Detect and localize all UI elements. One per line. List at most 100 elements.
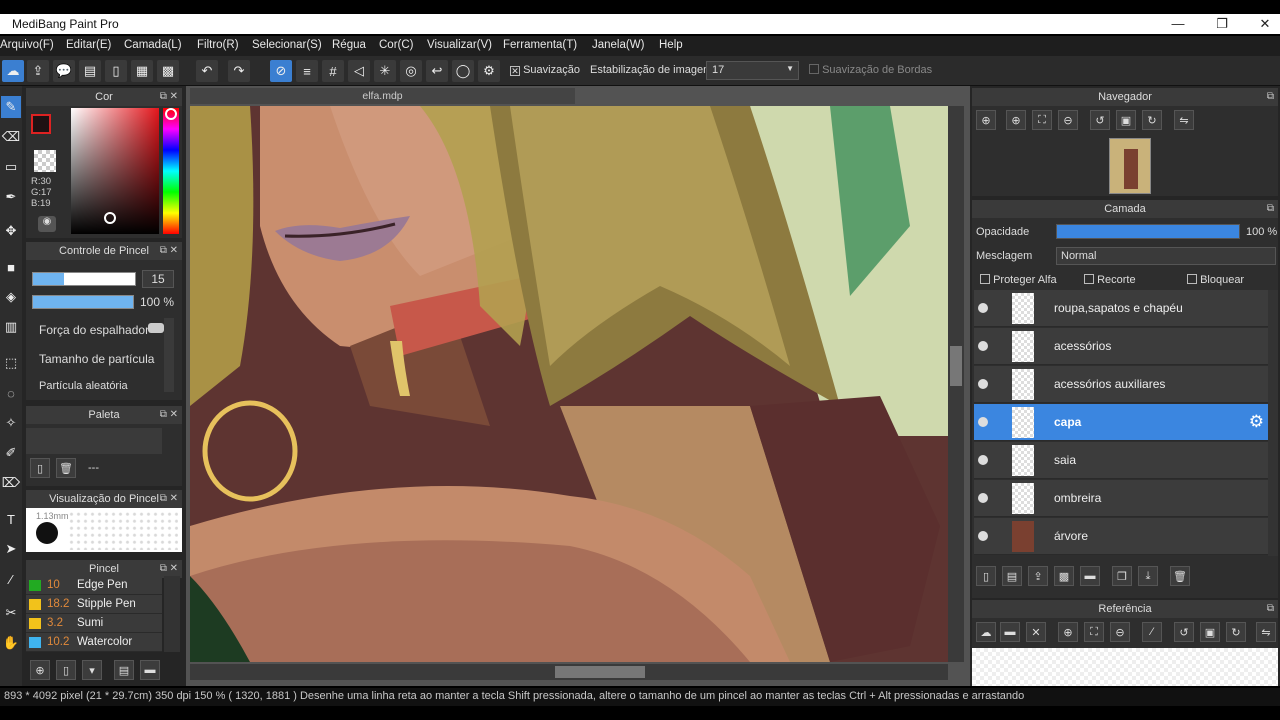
- reference-close-icon[interactable]: ✕: [1026, 622, 1046, 642]
- drawing-canvas[interactable]: [190, 106, 948, 662]
- comment-icon[interactable]: ▤: [79, 60, 101, 82]
- panel-close-icon[interactable]: ⧉: [1267, 600, 1274, 618]
- curve-snap-icon[interactable]: ↩: [426, 60, 448, 82]
- new-brush-icon[interactable]: ▯: [56, 660, 76, 680]
- menu-help[interactable]: Help: [659, 39, 683, 51]
- parallel-snap-icon[interactable]: ≡: [296, 60, 318, 82]
- reference-open-icon[interactable]: ▬: [1000, 622, 1020, 642]
- select-pen-icon[interactable]: ✐: [1, 442, 21, 464]
- smoothing-checkbox[interactable]: ✕: [510, 66, 520, 76]
- rotate-right-icon[interactable]: ↻: [1142, 110, 1162, 130]
- visibility-icon[interactable]: [978, 303, 988, 313]
- panel-close-icon[interactable]: ⧉ ✕: [160, 242, 178, 260]
- menu-ferramenta[interactable]: Ferramenta(T): [503, 39, 577, 51]
- vertical-scroll-thumb[interactable]: [950, 346, 962, 386]
- new-palette-icon[interactable]: ▯: [30, 458, 50, 478]
- speech-bubble-icon[interactable]: 💬: [53, 60, 75, 82]
- reference-eyedropper-icon[interactable]: ⁄: [1142, 622, 1162, 642]
- brush-list-scrollbar[interactable]: [164, 576, 180, 652]
- palette-list[interactable]: [26, 428, 162, 454]
- rotate-left-icon[interactable]: ↺: [1090, 110, 1110, 130]
- circle-snap-icon[interactable]: ◯: [452, 60, 474, 82]
- brush-item[interactable]: 10 Edge Pen: [26, 576, 162, 595]
- snap-off-icon[interactable]: ⊘: [270, 60, 292, 82]
- new-halftone-layer-icon[interactable]: ▤: [1002, 566, 1022, 586]
- redo-icon[interactable]: ↷: [228, 60, 250, 82]
- new-layer-icon[interactable]: ▯: [976, 566, 996, 586]
- color-wheel-icon[interactable]: ◉: [38, 216, 56, 232]
- canvas-horizontal-scrollbar[interactable]: [190, 664, 948, 680]
- layer-opacity-slider[interactable]: [1056, 224, 1240, 239]
- primary-color-swatch[interactable]: [31, 114, 51, 134]
- visibility-icon[interactable]: [978, 531, 988, 541]
- visibility-icon[interactable]: [978, 417, 988, 427]
- canvas-vertical-scrollbar[interactable]: [948, 106, 964, 662]
- brush-size-slider[interactable]: [32, 272, 136, 286]
- delete-palette-icon[interactable]: 🗑: [56, 458, 76, 478]
- brush-settings-icon[interactable]: ▤: [114, 660, 134, 680]
- reference-reset-icon[interactable]: ▣: [1200, 622, 1220, 642]
- maximize-button[interactable]: ❐: [1212, 16, 1232, 32]
- stabilization-select[interactable]: 17 ▼: [706, 61, 799, 80]
- panel-close-icon[interactable]: ⧉ ✕: [160, 88, 178, 106]
- smoothing-toggle[interactable]: ✕ Suavização: [510, 64, 580, 76]
- concentric-snap-icon[interactable]: ◎: [400, 60, 422, 82]
- visibility-icon[interactable]: [978, 341, 988, 351]
- protect-alpha-checkbox[interactable]: [980, 274, 990, 284]
- clipping-toggle[interactable]: Recorte: [1084, 274, 1136, 286]
- reference-rotate-left-icon[interactable]: ↺: [1174, 622, 1194, 642]
- menu-selecionar[interactable]: Selecionar(S): [252, 39, 322, 51]
- menu-cor[interactable]: Cor(C): [379, 39, 414, 51]
- hand-tool-icon[interactable]: ✋: [1, 632, 21, 654]
- cloud-icon[interactable]: ☁: [2, 60, 24, 82]
- eyedropper-icon[interactable]: ⁄: [1, 568, 21, 590]
- brush-item[interactable]: 18.2 Stipple Pen: [26, 595, 162, 614]
- edge-smoothing-toggle[interactable]: Suavização de Bordas: [809, 64, 932, 76]
- duplicate-layer-icon[interactable]: ❐: [1112, 566, 1132, 586]
- hue-slider-handle[interactable]: [165, 108, 177, 120]
- select-eraser-icon[interactable]: ⌦: [1, 472, 21, 494]
- brush-size-value[interactable]: 15: [142, 270, 174, 288]
- horizontal-scroll-thumb[interactable]: [555, 666, 645, 678]
- close-button[interactable]: ✕: [1255, 16, 1275, 32]
- grid-icon[interactable]: ▩: [157, 60, 179, 82]
- brush-opacity-slider[interactable]: [32, 295, 134, 309]
- menu-visualizar[interactable]: Visualizar(V): [427, 39, 492, 51]
- zoom-in-icon[interactable]: ⊕: [976, 110, 996, 130]
- radial-snap-icon[interactable]: ✳: [374, 60, 396, 82]
- brush-item[interactable]: 3.2 Sumi: [26, 614, 162, 633]
- reference-rotate-right-icon[interactable]: ↻: [1226, 622, 1246, 642]
- lock-toggle[interactable]: Bloquear: [1187, 274, 1244, 286]
- minimize-button[interactable]: —: [1168, 16, 1188, 31]
- panel-icon[interactable]: ▦: [131, 60, 153, 82]
- clipping-checkbox[interactable]: [1084, 274, 1094, 284]
- params-scrollbar[interactable]: [164, 318, 174, 392]
- layer-row[interactable]: ombreira: [974, 480, 1268, 517]
- layer-row[interactable]: acessórios: [974, 328, 1268, 365]
- panel-close-icon[interactable]: ⧉ ✕: [160, 490, 178, 508]
- layer-list-scrollbar[interactable]: [1268, 290, 1278, 556]
- reference-view[interactable]: [972, 648, 1278, 686]
- settings-snap-icon[interactable]: ⚙: [478, 60, 500, 82]
- layer-row[interactable]: árvore: [974, 518, 1268, 555]
- shape-tool-icon[interactable]: ■: [1, 256, 21, 278]
- zoom-out-icon[interactable]: ⊖: [1058, 110, 1078, 130]
- reset-view-icon[interactable]: ▣: [1116, 110, 1136, 130]
- brush-tool-icon[interactable]: ✎: [1, 96, 21, 118]
- visibility-icon[interactable]: [978, 379, 988, 389]
- operation-tool-icon[interactable]: ➤: [1, 538, 21, 560]
- cross-snap-icon[interactable]: #: [322, 60, 344, 82]
- delete-layer-icon[interactable]: 🗑: [1170, 566, 1190, 586]
- color-picker-handle[interactable]: [104, 212, 116, 224]
- hue-slider[interactable]: [163, 108, 179, 234]
- pen-tool-icon[interactable]: ✒: [1, 186, 21, 208]
- import-layer-icon[interactable]: ⇪: [1028, 566, 1048, 586]
- fit-window-icon[interactable]: ⛶: [1032, 110, 1052, 130]
- visibility-icon[interactable]: [978, 455, 988, 465]
- undo-icon[interactable]: ↶: [196, 60, 218, 82]
- vanishing-point-icon[interactable]: ◁: [348, 60, 370, 82]
- text-tool-icon[interactable]: T: [1, 508, 21, 530]
- blend-mode-select[interactable]: Normal: [1056, 247, 1276, 265]
- reference-zoom-in-icon[interactable]: ⊕: [1058, 622, 1078, 642]
- brush-menu-icon[interactable]: ▾: [82, 660, 102, 680]
